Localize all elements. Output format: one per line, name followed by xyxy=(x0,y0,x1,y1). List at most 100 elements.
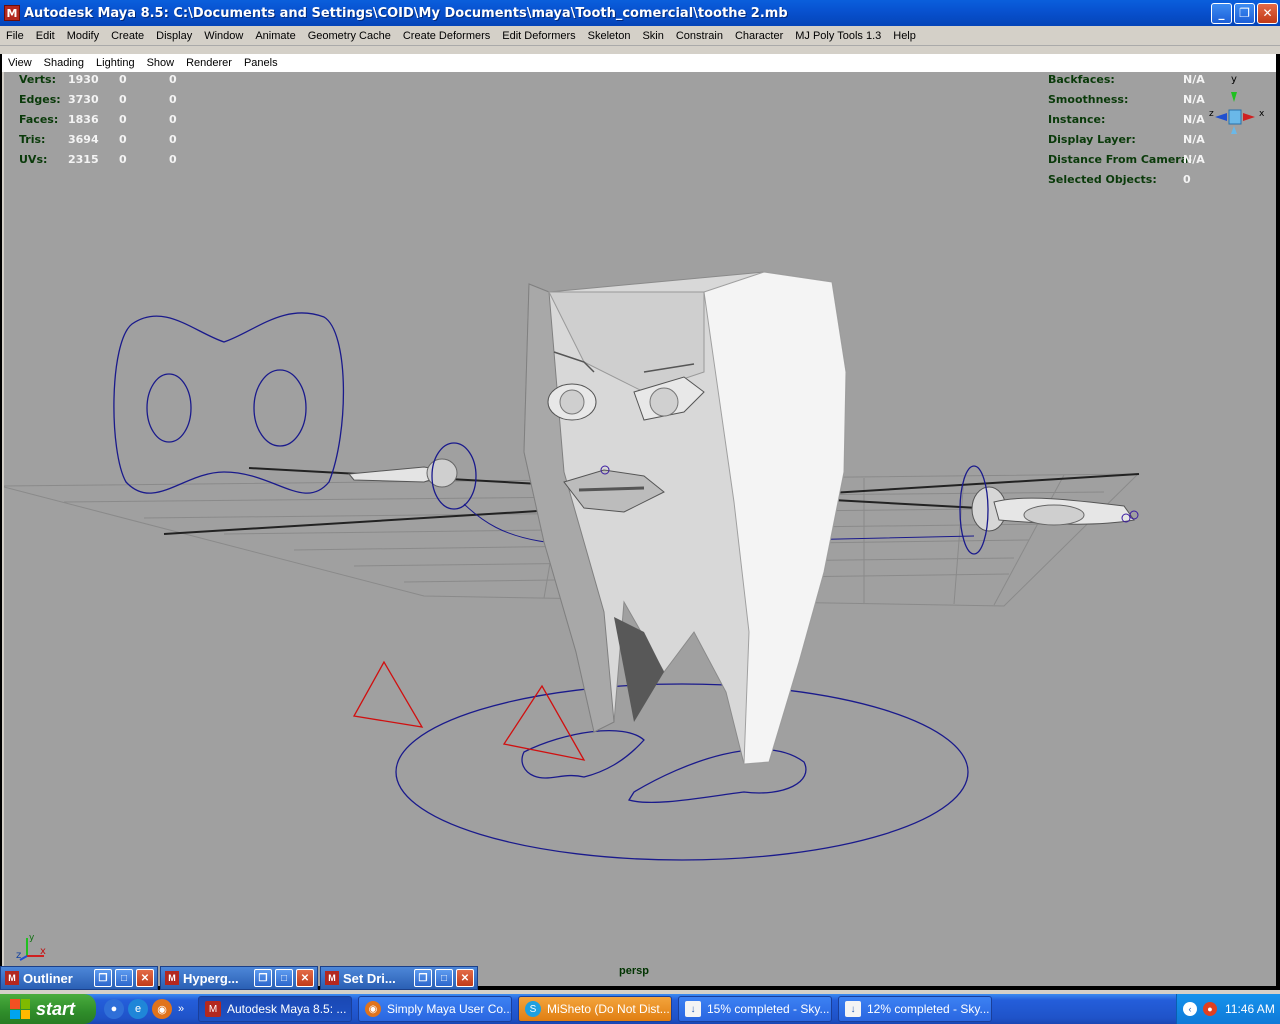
view-cube-x-label: x xyxy=(1259,109,1265,119)
view-cube-z-arrow xyxy=(1215,113,1227,121)
master-control-circle xyxy=(395,683,969,861)
clock[interactable]: 11:46 AM xyxy=(1225,1002,1275,1016)
tray-network-icon[interactable]: ● xyxy=(1203,1002,1217,1016)
axis-indicator-icon: y z x xyxy=(16,933,46,961)
restore-icon[interactable]: ❐ xyxy=(414,969,432,987)
hud-label-smoothness: Smoothness: xyxy=(1048,93,1129,106)
menu-create[interactable]: Create xyxy=(105,30,150,42)
minimized-outliner[interactable]: M Outliner ❐ □ ✕ xyxy=(0,966,158,990)
teeth-row xyxy=(578,486,645,492)
ik-locators xyxy=(352,660,586,761)
close-icon[interactable]: ✕ xyxy=(296,969,314,987)
restore-icon[interactable]: ❐ xyxy=(94,969,112,987)
task-download-1[interactable]: ↓ 15% completed - Sky... xyxy=(678,996,832,1022)
restore-icon[interactable]: ❐ xyxy=(254,969,272,987)
view-cube-y-label: y xyxy=(1231,74,1237,85)
panel-menu-show[interactable]: Show xyxy=(141,57,181,69)
maya-icon: M xyxy=(325,971,339,985)
hud-tris-value: 3694 xyxy=(68,133,99,146)
hud-label-selected-objects: Selected Objects: xyxy=(1048,173,1157,186)
view-cube-icon[interactable]: y x z xyxy=(1207,72,1267,142)
menu-mj-poly-tools[interactable]: MJ Poly Tools 1.3 xyxy=(789,30,887,42)
start-label: start xyxy=(36,998,76,1019)
viewport-scene[interactable] xyxy=(4,72,1276,986)
minimized-hypergraph[interactable]: M Hyperg... ❐ □ ✕ xyxy=(160,966,318,990)
menu-skeleton[interactable]: Skeleton xyxy=(582,30,637,42)
panel-menu-lighting[interactable]: Lighting xyxy=(90,57,141,69)
hud-verts-value: 1930 xyxy=(68,73,99,86)
foot-control-curves xyxy=(395,683,969,861)
panel-menu-bar: View Shading Lighting Show Renderer Pane… xyxy=(2,54,1276,72)
task-download-2[interactable]: ↓ 12% completed - Sky... xyxy=(838,996,992,1022)
hud-label-verts: Verts: xyxy=(19,73,57,86)
menu-character[interactable]: Character xyxy=(729,30,789,42)
menu-geometry-cache[interactable]: Geometry Cache xyxy=(302,30,397,42)
hud-label-distance-from-camera: Distance From Camera: xyxy=(1048,153,1193,166)
hud-label-edges: Edges: xyxy=(19,93,61,106)
hud-label-tris: Tris: xyxy=(19,133,46,146)
quick-launch: ● e ◉ » xyxy=(104,999,186,1019)
task-skype-chat[interactable]: S MiSheto (Do Not Dist... xyxy=(518,996,672,1022)
view-cube-x-arrow xyxy=(1243,113,1255,121)
task-firefox[interactable]: ◉ Simply Maya User Co... xyxy=(358,996,512,1022)
firefox-icon[interactable]: ◉ xyxy=(152,999,172,1019)
quick-launch-overflow-icon[interactable]: » xyxy=(176,999,186,1019)
hud-verts-triangles: 0 xyxy=(169,73,177,86)
task-firefox-label: Simply Maya User Co... xyxy=(387,1002,512,1016)
view-cube-y-arrow xyxy=(1231,92,1237,102)
task-skype-chat-label: MiSheto (Do Not Dist... xyxy=(547,1002,670,1016)
maximize-icon[interactable]: □ xyxy=(275,969,293,987)
windows-flag-icon xyxy=(10,999,30,1019)
menu-constrain[interactable]: Constrain xyxy=(670,30,729,42)
menu-edit-deformers[interactable]: Edit Deformers xyxy=(496,30,581,42)
hud-edges-triangles: 0 xyxy=(169,93,177,106)
maximize-icon[interactable]: □ xyxy=(435,969,453,987)
hud-label-uvs: UVs: xyxy=(19,153,48,166)
hud-uvs-selected: 0 xyxy=(119,153,127,166)
menu-display[interactable]: Display xyxy=(150,30,198,42)
minimized-set-driven-key-label: Set Dri... xyxy=(343,970,396,986)
minimized-set-driven-key[interactable]: M Set Dri... ❐ □ ✕ xyxy=(320,966,478,990)
menu-edit[interactable]: Edit xyxy=(30,30,61,42)
hud-smoothness-value: N/A xyxy=(1183,93,1205,106)
panel-menu-view[interactable]: View xyxy=(2,57,38,69)
task-download-1-label: 15% completed - Sky... xyxy=(707,1002,830,1016)
download-icon: ↓ xyxy=(685,1001,701,1017)
close-button[interactable]: ✕ xyxy=(1257,2,1278,24)
hud-instance-value: N/A xyxy=(1183,113,1205,126)
task-maya[interactable]: M Autodesk Maya 8.5: ... xyxy=(198,996,352,1022)
hud-backfaces-value: N/A xyxy=(1183,73,1205,86)
window-titlebar[interactable]: M Autodesk Maya 8.5: C:\Documents and Se… xyxy=(0,0,1280,26)
hud-tris-triangles: 0 xyxy=(169,133,177,146)
hud-uvs-triangles: 0 xyxy=(169,153,177,166)
right-foot-curve xyxy=(627,748,807,804)
download-icon: ↓ xyxy=(845,1001,861,1017)
menu-skin[interactable]: Skin xyxy=(636,30,669,42)
aol-icon[interactable]: ● xyxy=(104,999,124,1019)
panel-menu-panels[interactable]: Panels xyxy=(238,57,284,69)
maximize-icon[interactable]: □ xyxy=(115,969,133,987)
maya-app-icon[interactable]: M xyxy=(4,5,20,21)
menu-modify[interactable]: Modify xyxy=(61,30,105,42)
tray-expand-icon[interactable]: ‹ xyxy=(1183,1002,1197,1016)
start-button[interactable]: start xyxy=(0,994,96,1024)
menu-help[interactable]: Help xyxy=(887,30,922,42)
menu-file[interactable]: File xyxy=(0,30,30,42)
panel-menu-shading[interactable]: Shading xyxy=(38,57,90,69)
menu-window[interactable]: Window xyxy=(198,30,249,42)
internet-explorer-icon[interactable]: e xyxy=(128,999,148,1019)
minimize-button[interactable]: _ xyxy=(1211,2,1232,24)
perspective-viewport[interactable]: Verts: 1930 0 0 Edges: 3730 0 0 Faces: 1… xyxy=(2,72,1276,986)
menu-create-deformers[interactable]: Create Deformers xyxy=(397,30,496,42)
menu-animate[interactable]: Animate xyxy=(249,30,301,42)
hud-label-display-layer: Display Layer: xyxy=(1048,133,1136,146)
minimized-outliner-label: Outliner xyxy=(23,970,73,986)
close-icon[interactable]: ✕ xyxy=(456,969,474,987)
view-cube-z-label: z xyxy=(1209,109,1214,119)
restore-button[interactable]: ❐ xyxy=(1234,2,1255,24)
panel-menu-renderer[interactable]: Renderer xyxy=(180,57,238,69)
maya-icon: M xyxy=(5,971,19,985)
close-icon[interactable]: ✕ xyxy=(136,969,154,987)
mask-outline xyxy=(113,312,345,494)
hud-faces-selected: 0 xyxy=(119,113,127,126)
